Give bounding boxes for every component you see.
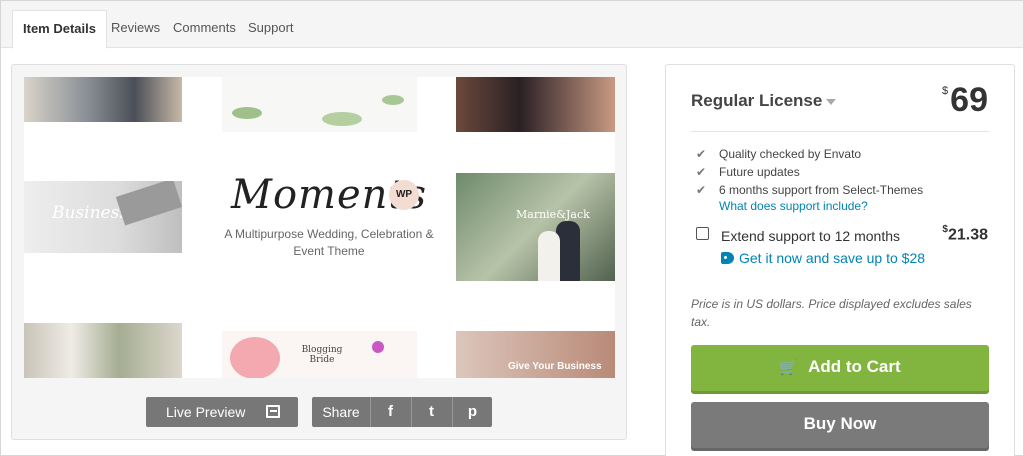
feature-text: Quality checked by Envato (719, 147, 862, 161)
price-tag-icon (721, 252, 734, 264)
license-price: $69 (942, 81, 988, 120)
divider (691, 131, 989, 132)
buy-now-label: Buy Now (803, 414, 877, 433)
save-offer-text: Get it now and save up to $28 (739, 250, 926, 266)
tab-support[interactable]: Support (248, 10, 294, 48)
tile-blogging-label: Blogging Bride (301, 345, 343, 365)
tile-business: Business (24, 181, 182, 253)
add-to-cart-button[interactable]: 🛒 Add to Cart (691, 345, 989, 391)
feature-item: ✔ 6 months support from Select-Themes (694, 181, 923, 199)
brand-block: Moments WP A Multipurpose Wedding, Celeb… (224, 172, 434, 260)
tab-item-details[interactable]: Item Details (12, 10, 107, 49)
tile-blogging-bride: Blogging Bride (222, 331, 417, 378)
feature-item: ✔ Quality checked by Envato (694, 145, 923, 163)
pinterest-icon: p (467, 403, 478, 420)
share-label: Share (322, 404, 360, 420)
feature-text: 6 months support from Select-Themes (719, 183, 924, 197)
brand-tagline: A Multipurpose Wedding, Celebration & Ev… (224, 227, 434, 258)
tile-leaves (222, 77, 417, 132)
tab-bar: Item Details Reviews Comments Support (1, 1, 1023, 49)
extend-support-price: $21.38 (942, 224, 988, 244)
checkmark-icon: ✔ (696, 183, 707, 197)
tile-couple-top (456, 77, 615, 132)
tile-gallery (24, 323, 182, 378)
tile-give-label: Give Your Business (508, 361, 602, 372)
feature-item: ✔ Future updates (694, 163, 923, 181)
preview-window-icon (266, 405, 280, 418)
support-info-link[interactable]: What does support include? (719, 199, 868, 213)
twitter-share-button[interactable]: t (411, 397, 451, 427)
save-offer-link[interactable]: Get it now and save up to $28 (721, 250, 925, 266)
extend-price-value: 21.38 (947, 226, 988, 244)
extend-support-label[interactable]: Extend support to 12 months (721, 228, 900, 244)
feature-text: Future updates (719, 165, 800, 179)
extend-currency: $ (942, 224, 948, 235)
share-group: Share f t p (312, 397, 492, 427)
tab-reviews[interactable]: Reviews (111, 10, 160, 48)
wp-badge: WP (389, 180, 419, 210)
chevron-down-icon (826, 98, 837, 105)
live-preview-button[interactable]: Live Preview (146, 397, 298, 427)
pinterest-share-button[interactable]: p (452, 397, 492, 427)
twitter-icon: t (429, 403, 434, 420)
preview-image[interactable]: Business Marnie&Jack Moments WP A Multip… (24, 77, 615, 378)
extend-support-checkbox[interactable] (696, 227, 709, 240)
tile-marnie-jack: Marnie&Jack (456, 173, 615, 281)
facebook-share-button[interactable]: f (370, 397, 410, 427)
tab-comments[interactable]: Comments (173, 10, 236, 48)
facebook-icon: f (388, 403, 393, 420)
tile-business-label: Business (52, 203, 129, 223)
tile-wedding-guests (24, 77, 182, 122)
tile-marnie-label: Marnie&Jack (516, 208, 590, 221)
price-note: Price is in US dollars. Price displayed … (691, 297, 972, 329)
buy-now-button[interactable]: Buy Now (691, 402, 989, 448)
add-to-cart-label: Add to Cart (808, 357, 901, 376)
checkmark-icon: ✔ (696, 147, 707, 161)
feature-list: ✔ Quality checked by Envato ✔ Future updat… (694, 145, 923, 199)
checkmark-icon: ✔ (696, 165, 707, 179)
license-selector[interactable]: Regular License (691, 91, 837, 111)
cart-icon: 🛒 (779, 359, 799, 376)
item-preview-panel: Business Marnie&Jack Moments WP A Multip… (11, 64, 627, 440)
price-value: 69 (950, 81, 988, 119)
license-name: Regular License (691, 91, 823, 110)
purchase-panel: Regular License $69 ✔ Quality checked by … (665, 64, 1015, 456)
tile-give-business: Give Your Business (456, 331, 615, 378)
live-preview-label: Live Preview (166, 404, 246, 420)
currency-symbol: $ (942, 85, 949, 97)
